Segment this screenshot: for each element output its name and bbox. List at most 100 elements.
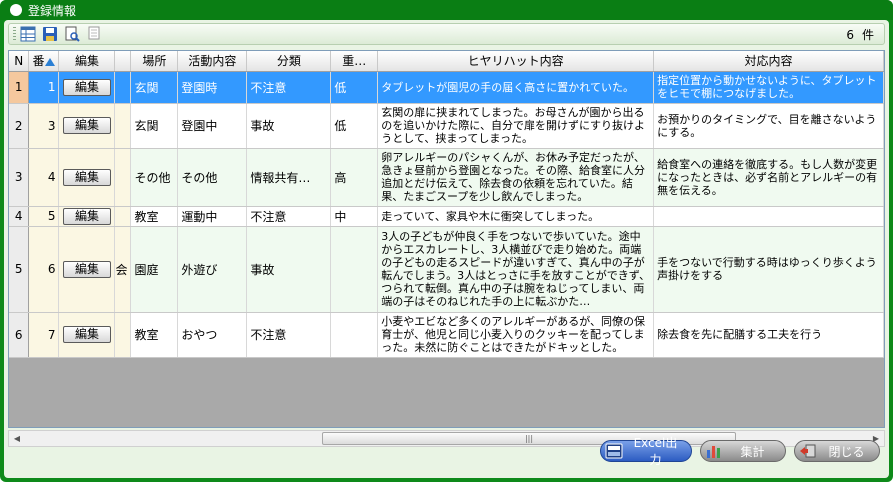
- excel-export-button[interactable]: Excel出力: [600, 436, 692, 467]
- cell-place: その他: [130, 148, 179, 207]
- toolbar-grip[interactable]: [13, 27, 16, 41]
- cell-severity: 低: [330, 71, 379, 104]
- window-title: 登録情報: [28, 3, 77, 18]
- toolbar: 6件: [8, 23, 885, 45]
- cell-category: 不注意: [246, 312, 332, 358]
- record-count: 6件: [846, 26, 874, 43]
- cell-incident: 走っていて、家具や木に衝突してしまった。: [377, 206, 655, 227]
- header-row: N 番 編集 場所 活動内容 分類 重… ヒヤリハット内容 対応内容: [9, 51, 884, 72]
- exit-door-icon: [798, 442, 818, 460]
- cell-response: 手をつないで行動する時はゆっくり歩くよう声掛けをする: [653, 226, 884, 313]
- cell-severity: [330, 226, 379, 313]
- row-number[interactable]: 1: [9, 71, 30, 104]
- cell-edit: 編集: [58, 206, 116, 227]
- table-row[interactable]: 2 3 編集 玄関 登園中 事故 低 玄関の扉に挟まれてしまった。お母さんが園か…: [9, 103, 884, 149]
- cell-activity: その他: [177, 148, 248, 207]
- edit-button[interactable]: 編集: [62, 117, 111, 134]
- col-header-severity[interactable]: 重…: [330, 51, 379, 72]
- cell-response: 指定位置から動かせないように、タブレットをヒモで棚につなげました。: [653, 71, 884, 104]
- cell-category: 事故: [246, 226, 332, 313]
- cell-severity: 中: [330, 206, 379, 227]
- cell-severity: 高: [330, 148, 379, 207]
- col-header-ban[interactable]: 番: [28, 51, 60, 72]
- edit-button[interactable]: 編集: [62, 260, 111, 278]
- row-number[interactable]: 5: [9, 226, 30, 313]
- excel-icon: [604, 442, 624, 460]
- col-header-place[interactable]: 場所: [130, 51, 179, 72]
- row-number[interactable]: 2: [9, 103, 30, 149]
- col-header-incident[interactable]: ヒヤリハット内容: [377, 51, 655, 72]
- summary-button[interactable]: 集計: [700, 440, 786, 462]
- cell-response: [653, 206, 884, 227]
- cell-extra: [114, 71, 132, 104]
- cell-incident: 3人の子どもが仲良く手をつないで歩いていた。途中からエスカレートし、3人横並びで…: [377, 226, 655, 313]
- cell-ban: 5: [28, 206, 60, 227]
- table-row[interactable]: 4 5 編集 教室 運動中 不注意 中 走っていて、家具や木に衝突してしまった。: [9, 206, 884, 227]
- cell-activity: 運動中: [177, 206, 248, 227]
- cell-activity: 登園中: [177, 103, 248, 149]
- cell-response: 給食室への連絡を徹底する。もし人数が変更になったときは、必ず名前とアレルギーの有…: [653, 148, 884, 207]
- cell-category: 不注意: [246, 71, 332, 104]
- cell-place: 教室: [130, 312, 179, 358]
- col-header-ban-label: 番: [32, 54, 45, 69]
- grid-icon[interactable]: [19, 25, 37, 43]
- window-body: 6件 N 番 編集 場所 活動内容 分類 重… ヒヤリハット内容 対応内容 1 …: [4, 20, 889, 478]
- incident-table: N 番 編集 場所 活動内容 分類 重… ヒヤリハット内容 対応内容 1 1 編…: [9, 51, 884, 358]
- record-count-unit: 件: [861, 27, 874, 42]
- cell-response: お預かりのタイミングで、目を離さないようにする。: [653, 103, 884, 149]
- cell-edit: 編集: [58, 71, 116, 104]
- cell-edit: 編集: [58, 148, 116, 207]
- cell-incident: 小麦やエビなど多くのアレルギーがあるが、同僚の保育士が、他児と同じ小麦入りのクッ…: [377, 312, 655, 358]
- col-header-edit[interactable]: 編集: [58, 51, 116, 72]
- cell-place: 教室: [130, 206, 179, 227]
- footer-buttons: Excel出力 集計 閉じる: [4, 436, 889, 467]
- title-bar: 登録情報: [0, 0, 893, 20]
- cell-response: 除去食を先に配膳する工夫を行う: [653, 312, 884, 358]
- table-row[interactable]: 5 6 編集 会 園庭 外遊び 事故 3人の子どもが仲良く手をつないで歩いていた…: [9, 226, 884, 313]
- edit-button[interactable]: 編集: [62, 326, 111, 343]
- cell-ban: 3: [28, 103, 60, 149]
- print-icon[interactable]: [85, 25, 103, 43]
- cell-place: 玄関: [130, 103, 179, 149]
- col-header-response[interactable]: 対応内容: [653, 51, 884, 72]
- cell-extra: [114, 103, 132, 149]
- cell-incident: 卵アレルギーのパシャくんが、お休み予定だったが、急きょ昼前から登園となった。その…: [377, 148, 655, 207]
- cell-ban: 1: [28, 71, 60, 104]
- record-count-value: 6: [846, 27, 854, 42]
- cell-edit: 編集: [58, 103, 116, 149]
- cell-extra: [114, 206, 132, 227]
- cell-extra: [114, 148, 132, 207]
- cell-ban: 6: [28, 226, 60, 313]
- col-header-blank[interactable]: [114, 51, 132, 72]
- col-header-rownum[interactable]: N: [9, 51, 30, 72]
- col-header-activity[interactable]: 活動内容: [177, 51, 248, 72]
- cell-extra: [114, 312, 132, 358]
- close-button[interactable]: 閉じる: [794, 440, 880, 462]
- table-row[interactable]: 6 7 編集 教室 おやつ 不注意 小麦やエビなど多くのアレルギーがあるが、同僚…: [9, 312, 884, 358]
- data-grid: N 番 編集 場所 活動内容 分類 重… ヒヤリハット内容 対応内容 1 1 編…: [8, 50, 885, 428]
- cell-severity: 低: [330, 103, 379, 149]
- window-circle-icon: [10, 4, 22, 16]
- edit-button[interactable]: 編集: [62, 207, 111, 225]
- cell-place: 園庭: [130, 226, 179, 313]
- row-number[interactable]: 4: [9, 206, 30, 227]
- row-number[interactable]: 3: [9, 148, 30, 207]
- cell-ban: 4: [28, 148, 60, 207]
- sort-ascending-icon: [45, 57, 56, 66]
- edit-button[interactable]: 編集: [62, 78, 111, 96]
- cell-incident: 玄関の扉に挟まれてしまった。お母さんが園から出るのを追いかけた際に、自分で扉を開…: [377, 103, 655, 149]
- summary-label: 集計: [740, 444, 765, 459]
- cell-edit: 編集: [58, 226, 116, 313]
- cell-activity: おやつ: [177, 312, 248, 358]
- row-number[interactable]: 6: [9, 312, 30, 358]
- preview-icon[interactable]: [63, 25, 81, 43]
- edit-button[interactable]: 編集: [62, 168, 111, 186]
- cell-extra: 会: [114, 226, 132, 313]
- table-row[interactable]: 3 4 編集 その他 その他 情報共有… 高 卵アレルギーのパシャくんが、お休み…: [9, 148, 884, 207]
- col-header-category[interactable]: 分類: [246, 51, 332, 72]
- save-icon[interactable]: [41, 25, 59, 43]
- cell-category: 事故: [246, 103, 332, 149]
- cell-edit: 編集: [58, 312, 116, 358]
- table-row[interactable]: 1 1 編集 玄関 登園時 不注意 低 タブレットが園児の手の届く高さに置かれて…: [9, 71, 884, 104]
- bar-chart-icon: [704, 442, 724, 460]
